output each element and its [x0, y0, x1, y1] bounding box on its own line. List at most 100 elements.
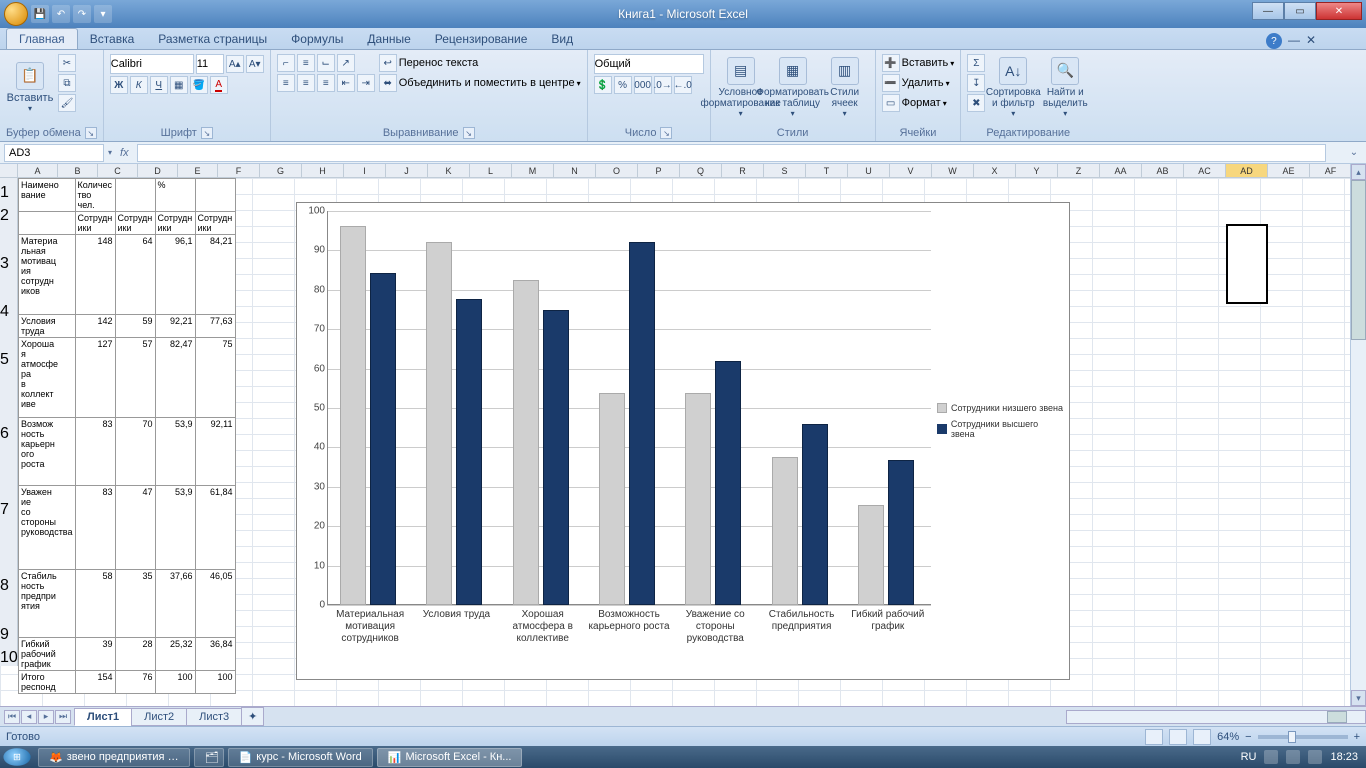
select-all-corner[interactable] — [0, 164, 18, 177]
tab-home[interactable]: Главная — [6, 28, 78, 49]
alignment-launcher[interactable]: ↘ — [463, 127, 475, 139]
copy-icon[interactable]: ⧉ — [58, 74, 76, 92]
insert-button[interactable]: ➕Вставить▾ — [882, 54, 955, 72]
cell[interactable]: Сотрудники — [155, 212, 195, 235]
tab-page-layout[interactable]: Разметка страницы — [146, 29, 279, 49]
cell[interactable]: 28 — [115, 638, 155, 671]
number-launcher[interactable]: ↘ — [660, 127, 672, 139]
chart-bar[interactable] — [370, 273, 396, 605]
col-header-V[interactable]: V — [890, 164, 932, 177]
col-header-T[interactable]: T — [806, 164, 848, 177]
tray-volume-icon[interactable] — [1308, 750, 1322, 764]
chart-bar[interactable] — [772, 457, 798, 605]
align-middle-icon[interactable]: ≡ — [297, 54, 315, 72]
minimize-button[interactable]: — — [1252, 2, 1284, 20]
row-header-10[interactable]: 10 — [0, 650, 17, 666]
font-size-input[interactable] — [196, 54, 224, 74]
wrap-text-button[interactable]: ↩ Перенос текста — [379, 54, 581, 72]
chart-bar[interactable] — [629, 242, 655, 605]
col-header-AB[interactable]: AB — [1142, 164, 1184, 177]
col-header-X[interactable]: X — [974, 164, 1016, 177]
horizontal-scrollbar[interactable] — [1066, 710, 1366, 724]
paste-dropdown-icon[interactable]: ▾ — [28, 104, 32, 113]
col-header-I[interactable]: I — [344, 164, 386, 177]
number-format-select[interactable] — [594, 54, 704, 74]
col-header-Z[interactable]: Z — [1058, 164, 1100, 177]
row-header-6[interactable]: 6 — [0, 400, 17, 468]
row-header-2[interactable]: 2 — [0, 208, 17, 224]
col-header-U[interactable]: U — [848, 164, 890, 177]
decrease-decimal-icon[interactable]: ←.0 — [674, 76, 692, 94]
font-name-input[interactable] — [110, 54, 194, 74]
cell[interactable]: 57 — [115, 338, 155, 418]
col-header-AE[interactable]: AE — [1268, 164, 1310, 177]
paste-button[interactable]: 📋 Вставить ▾ — [6, 54, 54, 120]
chart-bar[interactable] — [340, 226, 366, 605]
row-header-8[interactable]: 8 — [0, 552, 17, 620]
fill-icon[interactable]: ↧ — [967, 74, 985, 92]
sheet-tab-2[interactable]: Лист2 — [131, 708, 187, 726]
col-header-F[interactable]: F — [218, 164, 260, 177]
view-pagebreak-icon[interactable] — [1193, 729, 1211, 745]
cell[interactable]: % — [155, 179, 195, 212]
format-button[interactable]: ▭Формат▾ — [882, 94, 955, 112]
tray-icon-1[interactable] — [1264, 750, 1278, 764]
decrease-font-icon[interactable]: A▾ — [246, 55, 264, 73]
chart-bar[interactable] — [543, 310, 569, 606]
tab-review[interactable]: Рецензирование — [423, 29, 540, 49]
increase-font-icon[interactable]: A▴ — [226, 55, 244, 73]
clipboard-launcher[interactable]: ↘ — [85, 127, 97, 139]
col-header-D[interactable]: D — [138, 164, 178, 177]
increase-indent-icon[interactable]: ⇥ — [357, 74, 375, 92]
cell[interactable]: 127 — [75, 338, 115, 418]
cell[interactable] — [115, 179, 155, 212]
maximize-button[interactable]: ▭ — [1284, 2, 1316, 20]
cell[interactable]: 75 — [195, 338, 235, 418]
comma-icon[interactable]: 000 — [634, 76, 652, 94]
cell[interactable]: 64 — [115, 235, 155, 315]
cell[interactable]: 39 — [75, 638, 115, 671]
font-color-icon[interactable]: A — [210, 76, 228, 94]
start-button[interactable]: ⊞ — [3, 748, 30, 766]
cell[interactable]: 36,84 — [195, 638, 235, 671]
row-header-9[interactable]: 9 — [0, 620, 17, 650]
tray-clock[interactable]: 18:23 — [1330, 751, 1358, 763]
vertical-scrollbar[interactable]: ▴ ▾ — [1350, 164, 1366, 706]
borders-icon[interactable]: ▦ — [170, 76, 188, 94]
cell[interactable]: 47 — [115, 486, 155, 570]
column-headers[interactable]: ABCDEFGHIJKLMNOPQRSTUVWXYZAAABACADAEAF — [0, 164, 1366, 178]
tab-view[interactable]: Вид — [539, 29, 585, 49]
col-header-P[interactable]: P — [638, 164, 680, 177]
hscroll-thumb[interactable] — [1327, 711, 1347, 723]
cell[interactable]: 142 — [75, 315, 115, 338]
cell[interactable]: Стабильностьпредприятия — [19, 570, 76, 638]
col-header-Q[interactable]: Q — [680, 164, 722, 177]
ribbon-minimize-icon[interactable]: — — [1288, 33, 1300, 49]
scroll-down-icon[interactable]: ▾ — [1351, 690, 1366, 706]
align-right-icon[interactable]: ≡ — [317, 74, 335, 92]
zoom-slider-thumb[interactable] — [1288, 731, 1296, 743]
cell[interactable]: 70 — [115, 418, 155, 486]
cell[interactable]: Условиятруда — [19, 315, 76, 338]
taskbar-item-word[interactable]: 📄курс - Microsoft Word — [228, 748, 373, 767]
cell[interactable]: 92,11 — [195, 418, 235, 486]
chart-bar[interactable] — [802, 424, 828, 605]
col-header-H[interactable]: H — [302, 164, 344, 177]
cell[interactable]: 53,9 — [155, 486, 195, 570]
col-header-S[interactable]: S — [764, 164, 806, 177]
italic-button[interactable]: К — [130, 76, 148, 94]
sheet-tab-new[interactable]: ✦ — [241, 707, 264, 726]
sheet-tab-3[interactable]: Лист3 — [186, 708, 242, 726]
chart-bar[interactable] — [888, 460, 914, 605]
row-header-1[interactable]: 1 — [0, 178, 17, 208]
cell[interactable]: Сотрудники — [195, 212, 235, 235]
sheet-nav-last[interactable]: ⏭ — [55, 710, 71, 724]
align-center-icon[interactable]: ≡ — [297, 74, 315, 92]
cell[interactable]: Уважениесостороныруководства — [19, 486, 76, 570]
cell[interactable]: Наименование — [19, 179, 76, 212]
tray-icon-2[interactable] — [1286, 750, 1300, 764]
embedded-chart[interactable]: 0102030405060708090100 Материальная моти… — [296, 202, 1070, 680]
close-button[interactable]: ✕ — [1316, 2, 1362, 20]
taskbar-item-explorer[interactable]: 🗂 — [194, 748, 224, 767]
cell[interactable]: 53,9 — [155, 418, 195, 486]
